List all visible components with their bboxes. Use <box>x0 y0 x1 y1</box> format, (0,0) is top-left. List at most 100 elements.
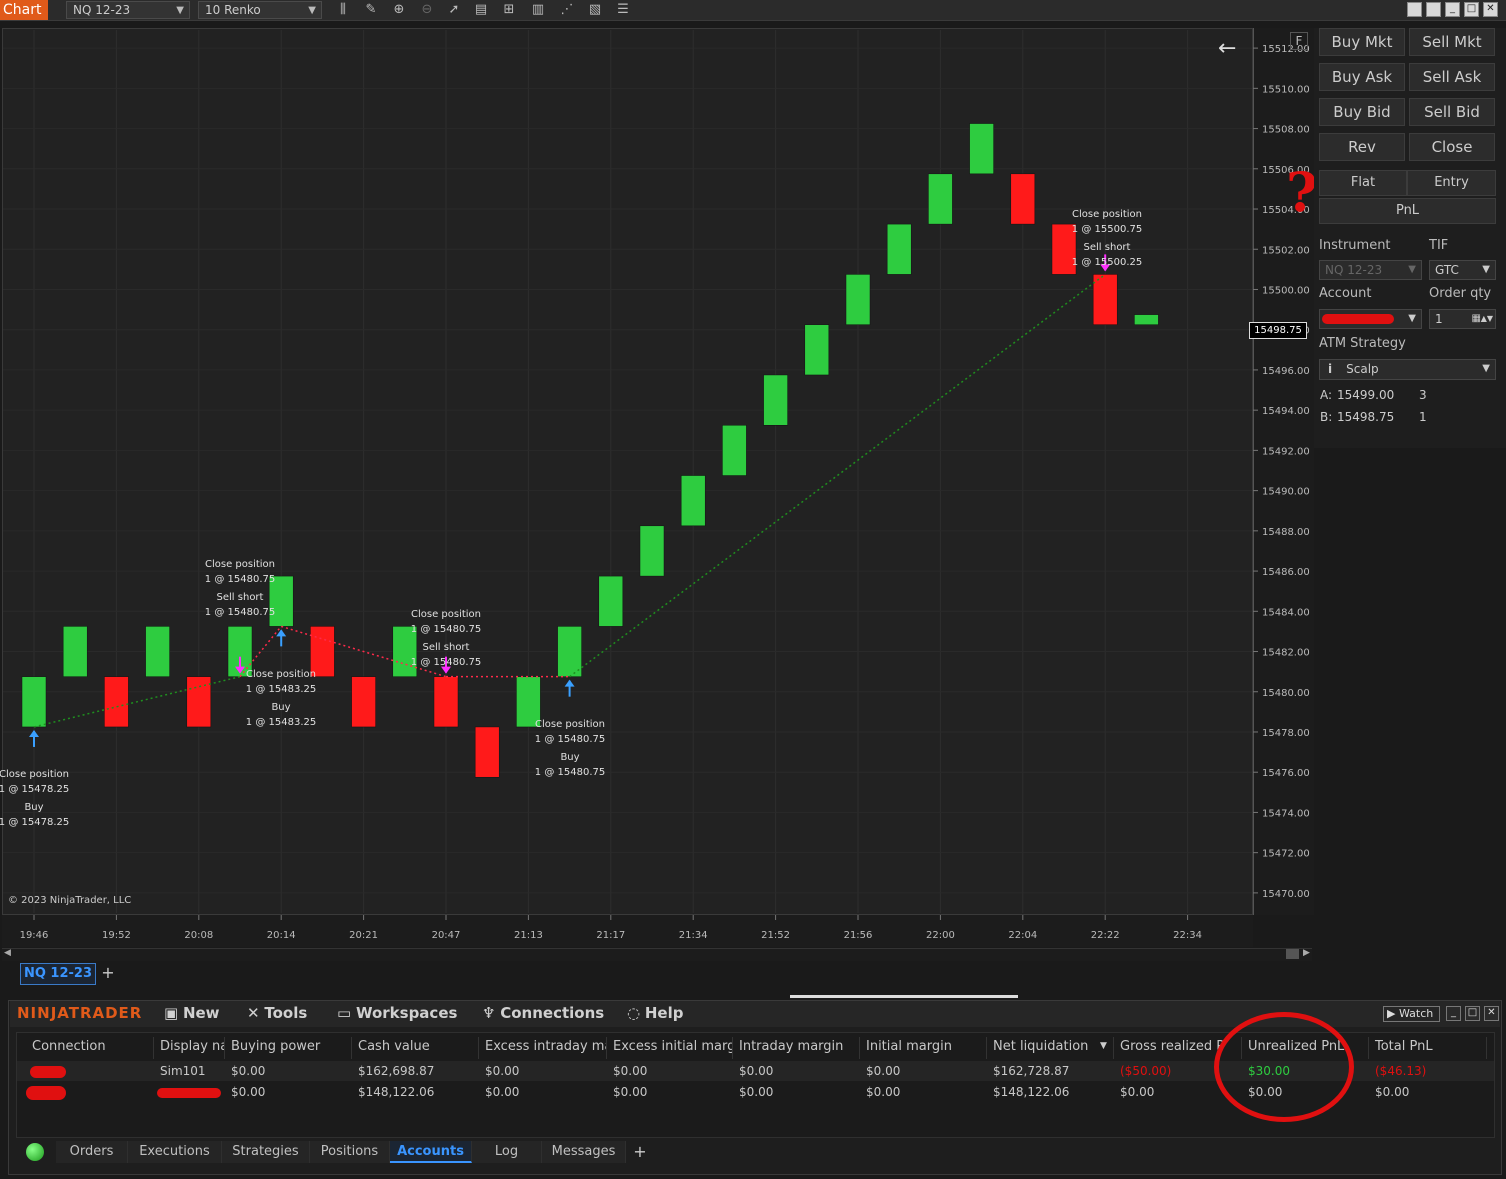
watch-label: Watch <box>1398 1007 1434 1020</box>
table-cell-gross-realized: ($50.00) <box>1120 1064 1172 1078</box>
tab-executions[interactable]: Executions <box>128 1141 222 1163</box>
table-cell-excess-intraday: $0.00 <box>485 1085 520 1099</box>
redaction-scribble <box>157 1088 221 1098</box>
add-tab-button[interactable]: + <box>98 963 118 985</box>
window-icon[interactable] <box>1407 2 1422 17</box>
time-tick-label: 19:52 <box>102 930 131 941</box>
connection-status-icon <box>26 1143 44 1161</box>
instrument-field[interactable]: NQ 12-23 ▼ <box>1319 260 1422 280</box>
menu-workspaces[interactable]: ▭ Workspaces <box>337 1004 457 1022</box>
reverse-button[interactable]: Rev <box>1319 133 1405 161</box>
ask-size: 3 <box>1419 388 1427 402</box>
flat-indicator: Flat <box>1319 170 1407 196</box>
execution-annotation: Buy <box>24 802 43 813</box>
minimize-icon[interactable]: _ <box>1445 2 1460 17</box>
price-tick-label: 15480.00 <box>1262 688 1310 699</box>
back-arrow-icon[interactable]: ← <box>1218 36 1236 61</box>
buy-ask-button[interactable]: Buy Ask <box>1319 63 1405 91</box>
close-icon[interactable]: ✕ <box>1484 1006 1499 1021</box>
renko-brick-down <box>104 676 129 728</box>
maximize-icon[interactable]: □ <box>1464 2 1479 17</box>
renko-brick-up <box>639 525 665 577</box>
buy-arrow-icon <box>564 679 575 687</box>
close-icon[interactable]: ✕ <box>1483 2 1498 17</box>
menu-connections[interactable]: ♆ Connections <box>482 1004 604 1022</box>
time-tick-label: 22:22 <box>1091 930 1120 941</box>
execution-annotation: Buy <box>560 752 579 763</box>
tif-select[interactable]: GTC ▼ <box>1429 260 1496 280</box>
price-tick-label: 15478.00 <box>1262 728 1310 739</box>
table-cell-buying-power: $0.00 <box>231 1064 266 1078</box>
tab-orders[interactable]: Orders <box>56 1141 128 1163</box>
atm-strategy-select[interactable]: i Scalp ▼ <box>1319 359 1496 380</box>
price-tick-label: 15484.00 <box>1262 607 1310 618</box>
column-header[interactable]: Intraday margin <box>733 1037 860 1059</box>
column-header[interactable]: Cash value <box>352 1037 479 1059</box>
renko-brick-down <box>351 676 376 728</box>
sell-ask-button[interactable]: Sell Ask <box>1409 63 1495 91</box>
pnl-display[interactable]: PnL <box>1319 198 1496 224</box>
tab-positions[interactable]: Positions <box>310 1141 390 1163</box>
buy-bid-button[interactable]: Buy Bid <box>1319 98 1405 126</box>
column-header[interactable]: Total PnL <box>1369 1037 1487 1059</box>
calculator-icon[interactable]: ▦ <box>1472 310 1481 328</box>
sort-down-icon[interactable]: ▼ <box>1100 1041 1107 1051</box>
execution-annotation: Close position <box>1072 209 1142 220</box>
time-tick-label: 21:34 <box>679 930 708 941</box>
column-header[interactable]: Excess initial margi <box>607 1037 733 1059</box>
column-header[interactable]: Connection <box>26 1037 154 1059</box>
renko-brick-down <box>1092 274 1118 325</box>
table-cell-total: ($46.13) <box>1375 1064 1427 1078</box>
tab-messages[interactable]: Messages <box>542 1141 626 1163</box>
info-icon[interactable]: i <box>1328 362 1332 376</box>
time-tick-label: 21:52 <box>761 930 790 941</box>
time-tick-label: 22:34 <box>1173 930 1202 941</box>
sell-market-button[interactable]: Sell Mkt <box>1409 28 1495 56</box>
price-tick-label: 15474.00 <box>1262 808 1310 819</box>
table-cell-intraday-margin: $0.00 <box>739 1064 774 1078</box>
order-qty-stepper[interactable]: 1 ▦ ▲▼ <box>1429 309 1496 329</box>
tab-strategies[interactable]: Strategies <box>222 1141 310 1163</box>
tab-log[interactable]: Log <box>472 1141 542 1163</box>
menu-tools[interactable]: ✕ Tools <box>247 1004 307 1022</box>
workspaces-icon: ▭ <box>337 1004 356 1022</box>
close-position-button[interactable]: Close <box>1409 133 1495 161</box>
window-icon[interactable] <box>1426 2 1441 17</box>
column-header[interactable]: Initial margin <box>860 1037 987 1059</box>
buy-arrow-icon <box>29 729 39 737</box>
menu-help[interactable]: ◌ Help <box>627 1004 683 1022</box>
column-header[interactable]: Net liquidation <box>987 1037 1114 1059</box>
chevron-down-icon: ▼ <box>1408 313 1416 324</box>
sell-bid-button[interactable]: Sell Bid <box>1409 98 1495 126</box>
execution-annotation: 1 @ 15480.75 <box>411 624 481 635</box>
redaction-scribble <box>1322 314 1394 324</box>
chart-scrollbar[interactable] <box>2 948 1312 961</box>
renko-brick-up <box>21 676 47 728</box>
maximize-icon[interactable]: □ <box>1465 1006 1480 1021</box>
scroll-thumb[interactable] <box>1286 949 1299 959</box>
buy-market-button[interactable]: Buy Mkt <box>1319 28 1405 56</box>
instrument-field-value: NQ 12-23 <box>1325 263 1383 277</box>
renko-brick-up <box>763 374 788 426</box>
tab-accounts[interactable]: Accounts <box>390 1141 472 1163</box>
scroll-right-icon[interactable]: ▶ <box>1303 948 1310 958</box>
stepper-arrows-icon[interactable]: ▲▼ <box>1481 310 1493 328</box>
scroll-left-icon[interactable]: ◀ <box>4 948 11 958</box>
menu-workspaces-label: Workspaces <box>355 1004 458 1022</box>
renko-brick-up <box>845 274 871 325</box>
menu-new[interactable]: ▣ New <box>164 1004 220 1022</box>
column-header[interactable]: Excess intraday ma <box>479 1037 607 1059</box>
column-header[interactable]: Display na <box>154 1037 225 1059</box>
time-tick-label: 19:46 <box>20 930 49 941</box>
tab-nq-12-23[interactable]: NQ 12-23 <box>20 963 96 985</box>
watch-button[interactable]: ▶ Watch <box>1383 1006 1440 1022</box>
watch-icon: ▶ <box>1387 1007 1399 1020</box>
execution-annotation: Close position <box>0 769 69 780</box>
column-header[interactable]: Buying power <box>225 1037 352 1059</box>
execution-annotation: Buy <box>271 702 290 713</box>
f-button[interactable]: F <box>1290 32 1308 50</box>
add-tab-button[interactable]: + <box>630 1141 650 1163</box>
tif-value: GTC <box>1435 263 1459 277</box>
execution-annotation: Close position <box>411 609 481 620</box>
minimize-icon[interactable]: _ <box>1446 1006 1461 1021</box>
